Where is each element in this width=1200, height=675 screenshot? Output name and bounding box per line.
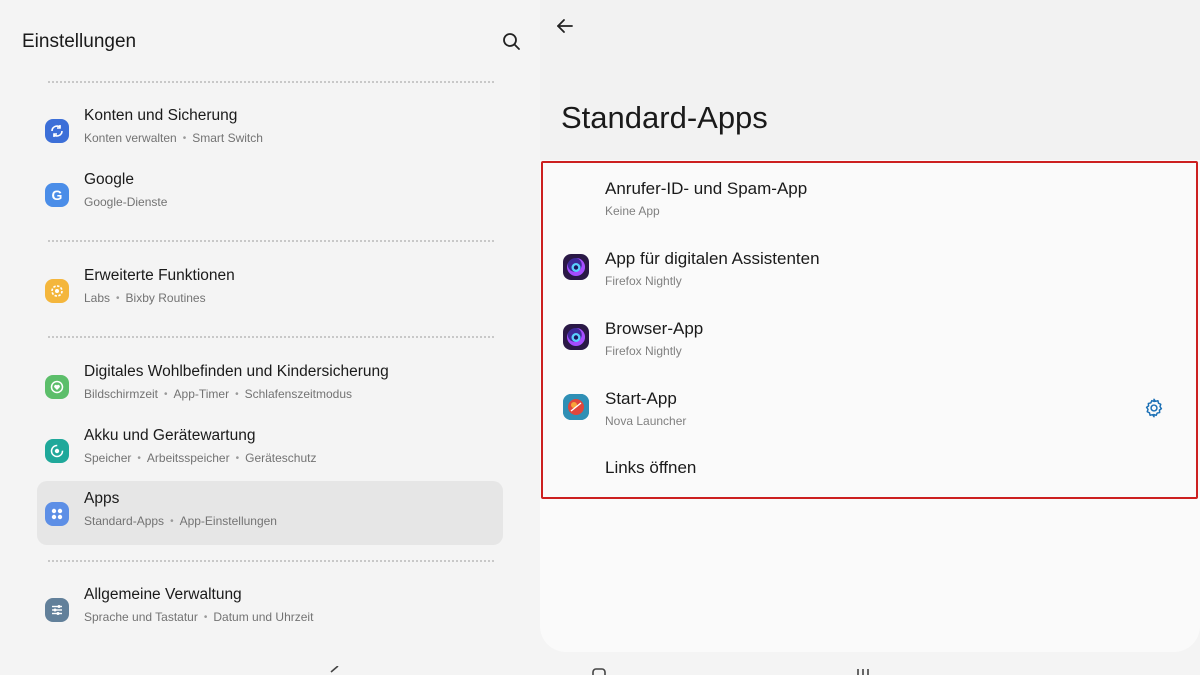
settings-item-digitales-wohlbefinden[interactable]: Digitales Wohlbefinden und Kindersicheru… [37,354,503,418]
back-button[interactable] [553,14,577,38]
section-divider [48,240,494,242]
row-title: Start-App [605,389,677,408]
item-title: Akku und Gerätewartung [84,427,256,444]
gear-icon [1145,398,1163,418]
section-divider [48,81,494,83]
section-divider [48,560,494,562]
row-title: Browser-App [605,319,704,338]
detail-header-background [540,0,1200,160]
default-app-row-open-links[interactable]: Links öffnen [543,444,1196,514]
default-app-row-assistant[interactable]: App für digitalen Assistenten Firefox Ni… [543,234,1196,304]
page-title: Standard-Apps [561,100,768,135]
item-title: Apps [84,490,120,507]
nav-back-button[interactable] [326,664,340,675]
search-button[interactable] [500,30,524,54]
row-title: Links öffnen [605,458,697,477]
recents-icon [857,669,869,675]
settings-item-akku[interactable]: Akku und Gerätewartung Speicher • Arbeitss… [37,418,503,482]
default-app-row-home[interactable]: Start-App Nova Launcher [543,374,1196,444]
item-title: Allgemeine Verwaltung [84,586,242,603]
settings-title: Einstellungen [22,31,137,52]
battery-care-icon [45,439,69,463]
apps-grid-icon [45,502,69,526]
system-navigation-bar [0,652,1200,675]
item-subtitle: Speicher • Arbeitsspeicher • Geräteschutz [84,451,317,465]
settings-item-allgemeine-verwaltung[interactable]: Allgemeine Verwaltung Sprache und Tastat… [37,577,503,641]
firefox-nightly-icon [563,254,589,280]
row-subtitle: Firefox Nightly [605,274,682,288]
row-subtitle: Keine App [605,204,660,218]
settings-item-erweiterte-funktionen[interactable]: Erweiterte Funktionen Labs • Bixby Routine… [37,258,503,322]
settings-item-konten[interactable]: Konten und Sicherung Konten verwalten • Sm… [37,98,503,162]
item-subtitle: Standard-Apps • App-Einstellungen [84,514,277,528]
item-subtitle: Labs • Bixby Routines [84,291,206,305]
settings-header: Einstellungen [22,30,522,54]
settings-list-pane: Einstellungen Konten und Sicherung Konte… [0,0,540,675]
row-title: Anrufer-ID- und Spam-App [605,179,808,198]
sync-icon [45,119,69,143]
nova-launcher-icon [563,394,589,420]
item-subtitle: Sprache und Tastatur • Datum und Uhrzeit [84,610,314,624]
sliders-icon [45,598,69,622]
firefox-nightly-icon [563,324,589,350]
item-subtitle: Bildschirmzeit • App-Timer • Schlafenszeitmo… [84,387,353,401]
home-square-icon [592,668,606,675]
item-subtitle: Konten verwalten • Smart Switch [84,131,263,145]
star-gear-icon [45,279,69,303]
item-subtitle: Google-Dienste [84,195,168,209]
item-title: Erweiterte Funktionen [84,267,235,284]
item-title: Digitales Wohlbefinden und Kindersicheru… [84,363,389,380]
row-title: App für digitalen Assistenten [605,249,820,268]
home-app-settings-button[interactable] [1143,397,1165,419]
default-app-row-caller-id[interactable]: Anrufer-ID- und Spam-App Keine App [543,164,1196,234]
chevron-left-icon [330,665,339,673]
google-icon: G [45,183,69,207]
wellbeing-icon [45,375,69,399]
item-title: Google [84,171,134,188]
default-app-row-browser[interactable]: Browser-App Firefox Nightly [543,304,1196,374]
section-divider [48,336,494,338]
item-title: Konten und Sicherung [84,107,238,124]
settings-item-apps[interactable]: Apps Standard-Apps • App-Einstellungen [37,481,503,545]
search-icon [503,33,520,50]
arrow-left-icon [557,19,573,33]
row-subtitle: Firefox Nightly [605,344,682,358]
nav-recents-button[interactable] [855,664,871,675]
settings-item-google[interactable]: G Google Google-Dienste [37,162,503,226]
row-subtitle: Nova Launcher [605,414,687,428]
nav-home-button[interactable] [591,664,607,675]
